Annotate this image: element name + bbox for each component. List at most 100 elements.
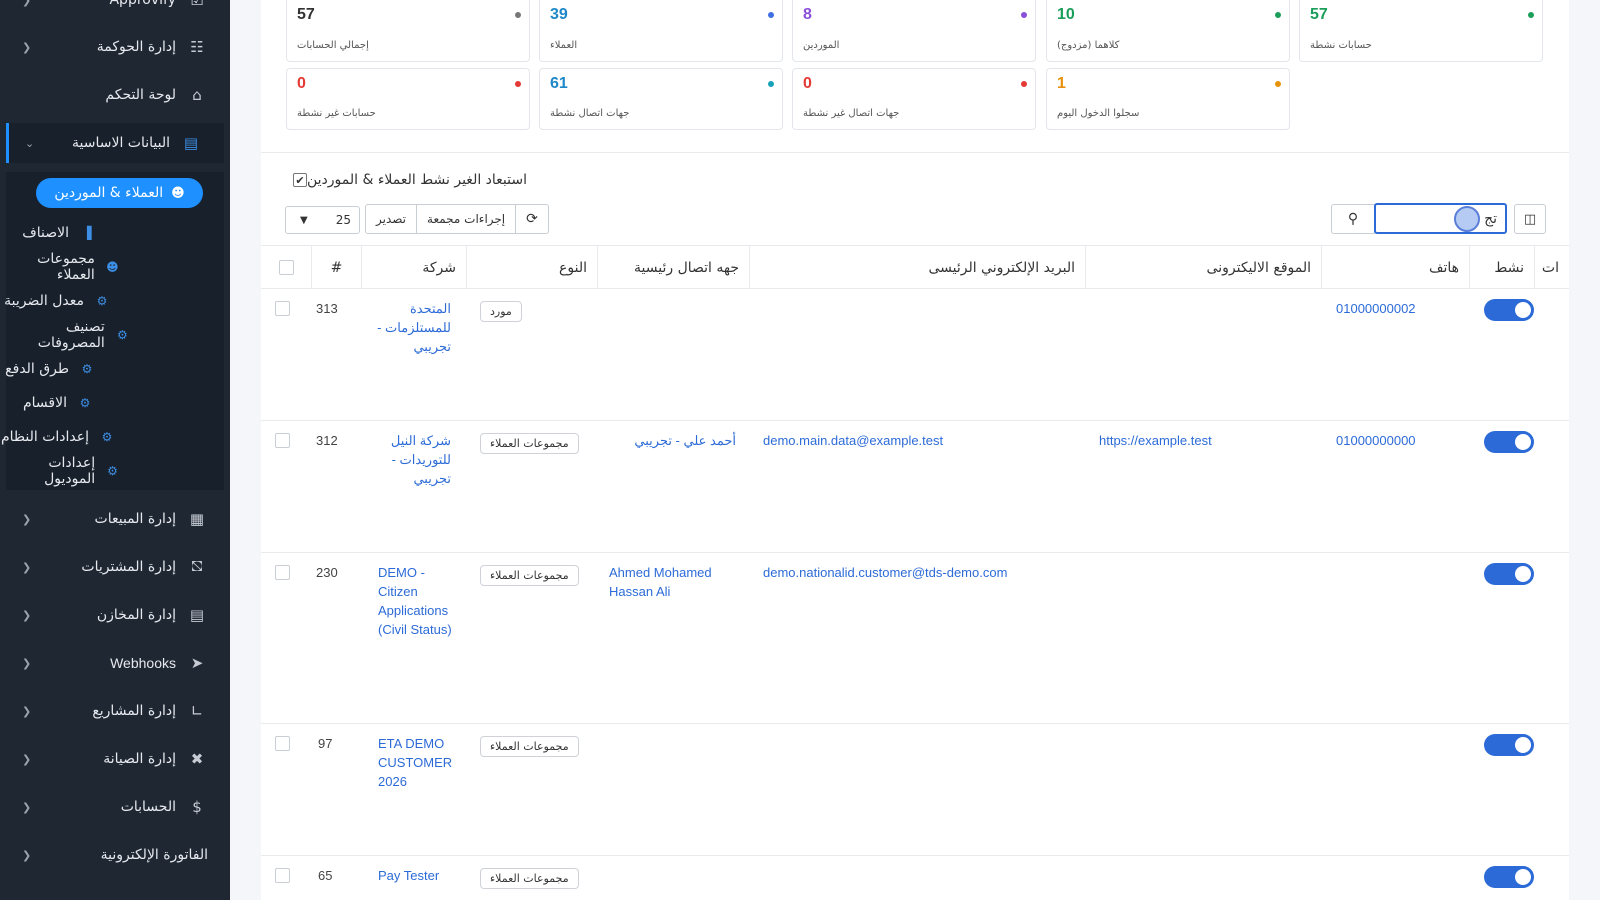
header-company[interactable]: شركة [361, 246, 466, 289]
row-active-toggle[interactable] [1484, 299, 1534, 321]
refresh-icon: ⟳ [526, 211, 538, 227]
stat-label: جهات اتصال غير نشطة [803, 108, 900, 119]
table-row[interactable]: 313 المتحدة للمستلزمات - تجريبي مورد 010… [261, 289, 1569, 421]
chart-icon: ∟ [190, 702, 204, 720]
sidebar-subitem-customer-groups[interactable]: ☻ مجموعات العملاء [0, 251, 120, 283]
row-company-link[interactable]: المتحدة للمستلزمات - تجريبي [369, 299, 451, 356]
stat-card-inactive-accounts: 0 حسابات غير نشطة [286, 68, 530, 130]
header-email[interactable]: البريد الإلكتروني الرئيسى [749, 246, 1085, 289]
sidebar-item-e-invoice[interactable]: الفاتورة الإلكترونية ❮ [0, 835, 230, 875]
dollar-icon: $ [192, 798, 202, 816]
stat-dot [768, 12, 774, 18]
row-company-link[interactable]: شركة النيل للتوريدات - تجريبي [369, 431, 451, 488]
sidebar-subitem-expense-categories[interactable]: ⚙ تصنيف المصروفات [0, 319, 130, 351]
row-company-link[interactable]: ETA DEMO CUSTOMER 2026 [378, 734, 460, 791]
sidebar-item-projects[interactable]: ∟ إدارة المشاريع ❮ [0, 691, 230, 731]
bulk-actions-button[interactable]: إجراءات مجمعة [417, 205, 517, 233]
stat-dot [1021, 81, 1027, 87]
sidebar-subitem-module-settings[interactable]: ⚙ إعدادات الموديول [0, 455, 120, 487]
stat-value: 39 [550, 6, 568, 23]
export-button[interactable]: تصدير [366, 205, 418, 233]
table-row[interactable]: 97 ETA DEMO CUSTOMER 2026 مجموعات العملا… [261, 724, 1569, 856]
send-icon: ➤ [190, 654, 204, 672]
row-active-toggle[interactable] [1484, 431, 1534, 453]
per-page-value: 25 [335, 213, 351, 227]
exclude-inactive-toggle[interactable]: استبعاد الغير نشط العملاء & الموردين ✔ [285, 172, 527, 188]
refresh-button[interactable]: ⟳ [516, 205, 548, 233]
approval-icon: ☑ [190, 0, 204, 9]
search-button[interactable]: ⚲ [1331, 204, 1375, 234]
row-phone-link[interactable]: 01000000000 [1336, 431, 1416, 450]
row-phone-link[interactable]: 01000000002 [1336, 299, 1416, 318]
row-email-link[interactable]: demo.main.data@example.test [763, 431, 943, 450]
table-row[interactable]: 312 شركة النيل للتوريدات - تجريبي مجموعا… [261, 421, 1569, 553]
sidebar-item-accounts[interactable]: $ الحسابات ❮ [0, 787, 230, 827]
sidebar-subitem-label: مجموعات العملاء [37, 251, 95, 283]
row-website-link[interactable]: https://example.test [1099, 431, 1212, 450]
cogs-icon: ⚙ [96, 294, 108, 308]
table-row[interactable]: 230 DEMO - Citizen Applications (Civil S… [261, 553, 1569, 724]
sidebar-item-warehouses[interactable]: ▤ إدارة المخازن ❮ [0, 595, 230, 635]
stat-dot [515, 12, 521, 18]
header-contact[interactable]: جهه اتصال رئيسية [597, 246, 749, 289]
stat-label: كلاهما (مزدوج) [1057, 40, 1120, 51]
toolbar-buttons: تصدير إجراءات مجمعة ⟳ [365, 204, 549, 234]
check-icon[interactable]: ✔ [293, 173, 307, 187]
header-extra[interactable]: ات [1534, 246, 1569, 289]
sidebar-subitem-label: الاصناف [22, 225, 69, 241]
row-active-toggle[interactable] [1484, 563, 1534, 585]
stat-card-inactive-contacts: 0 جهات اتصال غير نشطة [792, 68, 1036, 130]
row-contact-link[interactable]: Ahmed Mohamed Hassan Ali [609, 563, 739, 601]
sidebar-item-label: البيانات الاساسية [72, 135, 170, 151]
sidebar-subitem-departments[interactable]: ⚙ الاقسام [23, 388, 93, 418]
sidebar-subitem-items[interactable]: ▐ الاصناف [22, 218, 95, 248]
sidebar-item-master-data[interactable]: ▤ البيانات الاساسية ⌄ [6, 123, 224, 163]
sidebar-subitem-customers-suppliers[interactable]: ☻ العملاء & الموردين [36, 178, 203, 208]
sidebar-subitem-label: الاقسام [23, 395, 67, 411]
chevron-left-icon: ❮ [22, 800, 32, 814]
sidebar-subitem-system-settings[interactable]: ⚙ إعدادات النظام [1, 422, 115, 452]
select-all-checkbox[interactable] [278, 260, 294, 275]
exclude-inactive-label: استبعاد الغير نشط العملاء & الموردين [307, 172, 527, 188]
header-type[interactable]: النوع [466, 246, 597, 289]
row-company-link[interactable]: Pay Tester [378, 866, 468, 885]
table-row[interactable]: 65 Pay Tester مجموعات العملاء [261, 856, 1569, 900]
chevron-down-icon: ▼ [300, 214, 308, 226]
sidebar-item-governance[interactable]: ☷ إدارة الحوكمة ❮ [0, 27, 230, 67]
sidebar-item-maintenance[interactable]: ✖ إدارة الصيانة ❮ [0, 739, 230, 779]
row-contact-link[interactable]: أحمد علي - تجريبي [606, 431, 736, 450]
row-active-toggle[interactable] [1484, 866, 1534, 888]
row-checkbox[interactable] [275, 736, 290, 751]
header-website[interactable]: الموقع الاليكترونى [1085, 246, 1321, 289]
row-checkbox[interactable] [275, 301, 290, 316]
sidebar-item-label: إدارة المشاريع [92, 703, 176, 719]
chevron-left-icon: ❮ [22, 608, 32, 622]
sidebar-subitem-label: إعدادات الموديول [44, 455, 96, 487]
header-phone[interactable]: هاتف [1321, 246, 1469, 289]
row-active-toggle[interactable] [1484, 734, 1534, 756]
row-checkbox[interactable] [275, 565, 290, 580]
cogs-icon: ⚙ [101, 430, 113, 444]
sidebar-item-approvify[interactable]: ☑ Approvify ❮ [0, 0, 230, 20]
sidebar-item-label: إدارة الحوكمة [96, 39, 176, 55]
sidebar-item-sales[interactable]: ▦ إدارة المبيعات ❮ [0, 499, 230, 539]
header-active[interactable]: نشط [1469, 246, 1534, 289]
sidebar-subitem-tax-rate[interactable]: ⚙ معدل الضريبة [4, 286, 110, 316]
row-email-link[interactable]: demo.nationalid.customer@tds-demo.com [763, 563, 1007, 582]
sidebar-item-dashboard[interactable]: ⌂ لوحة التحكم [0, 75, 230, 115]
search-input[interactable]: تج [1374, 203, 1507, 234]
row-checkbox[interactable] [275, 433, 290, 448]
row-company-link[interactable]: DEMO - Citizen Applications (Civil Statu… [378, 563, 460, 639]
sidebar-item-webhooks[interactable]: ➤ Webhooks ❮ [0, 643, 230, 683]
sidebar: ☑ Approvify ❮ ☷ إدارة الحوكمة ❮ ⌂ لوحة ا… [0, 0, 230, 900]
header-number[interactable]: # [311, 246, 361, 289]
row-type-badge: مجموعات العملاء [480, 868, 579, 889]
row-checkbox[interactable] [275, 868, 290, 883]
sidebar-item-purchases[interactable]: ⛞ إدارة المشتريات ❮ [0, 547, 230, 587]
row-type-badge: مجموعات العملاء [480, 433, 579, 454]
sitemap-icon: ☷ [190, 38, 204, 56]
columns-toggle-button[interactable]: ◫ [1514, 204, 1546, 234]
per-page-select[interactable]: ▼ 25 [285, 206, 360, 234]
sidebar-subitem-payment-methods[interactable]: ⚙ طرق الدفع [5, 354, 95, 384]
cogs-icon: ⚙ [79, 396, 91, 410]
